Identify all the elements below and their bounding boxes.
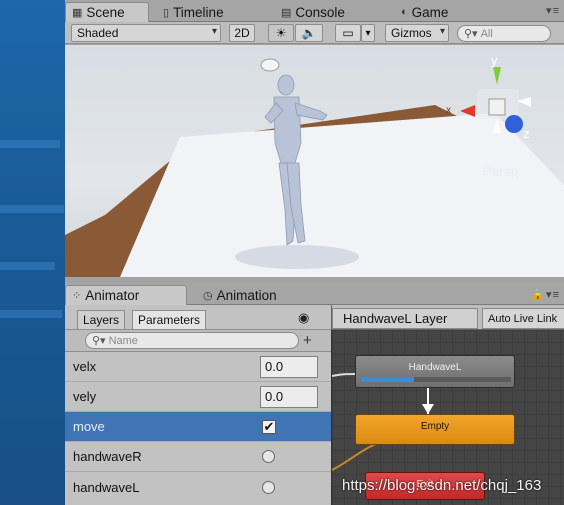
animation-icon: ◷	[203, 289, 213, 302]
vely-value-field[interactable]: 0.0	[260, 385, 318, 408]
parameter-row-vely[interactable]: vely 0.0	[65, 382, 331, 412]
state-node-empty[interactable]: Empty	[355, 414, 515, 445]
scene-search-input[interactable]: ⚲▾ All	[457, 25, 551, 42]
parameter-row-handwavel[interactable]: handwaveL	[65, 472, 331, 502]
animator-subtab-bar: Layers Parameters ◉	[65, 305, 331, 330]
tab-scene[interactable]: ▦ Scene	[65, 2, 149, 22]
unity-editor: ▦ Scene ▯ Timeline ▤ Console ◐ Game ▾≡ S…	[65, 0, 564, 505]
directional-light-icon	[260, 58, 280, 72]
gizmo-y-axis	[493, 67, 501, 85]
tab-animator[interactable]: ⁘ Animator	[65, 285, 187, 305]
scene-viewport[interactable]: y x z Persp	[65, 45, 564, 277]
scene-icon: ▦	[72, 7, 83, 19]
parameter-search-input[interactable]: ⚲▾ Name	[85, 332, 299, 349]
move-checkbox[interactable]: ✔	[262, 418, 276, 434]
gizmo-z-axis	[505, 115, 523, 133]
animator-tab-strip: ⁘ Animator ◷ Animation 🔒▾≡	[65, 282, 564, 305]
console-icon: ▤	[281, 6, 292, 19]
desktop-streak	[0, 310, 62, 318]
layer-breadcrumb-bar: HandwaveL Layer Auto Live Link	[331, 305, 564, 330]
velx-value-field[interactable]: 0.0	[260, 355, 318, 378]
window-menu-icon[interactable]: ▾≡	[546, 4, 560, 17]
handwavel-trigger-radio[interactable]	[262, 480, 275, 494]
desktop-background	[0, 0, 65, 505]
effects-dropdown[interactable]: ▾	[361, 24, 375, 42]
timeline-icon: ▯	[163, 6, 170, 19]
checkmark-icon: ✔	[263, 418, 275, 434]
sun-icon: ☀	[275, 26, 287, 40]
state-progress-fill	[361, 377, 414, 382]
gizmos-dropdown[interactable]: Gizmos	[385, 24, 449, 42]
gizmo-y-label: y	[491, 53, 498, 68]
effects-toggle-button[interactable]: ▭	[335, 24, 361, 42]
parameter-search-bar: ⚲▾ Name +	[65, 330, 331, 352]
tab-game[interactable]: ◐ Game	[395, 2, 454, 22]
projection-label[interactable]: Persp	[482, 163, 519, 179]
character-shadow	[235, 245, 359, 269]
search-icon: ⚲▾	[464, 28, 478, 40]
add-parameter-button[interactable]: +	[303, 332, 312, 349]
parameter-row-move[interactable]: move ✔	[65, 412, 331, 442]
parameter-row-velx[interactable]: velx 0.0	[65, 352, 331, 382]
2d-toggle-button[interactable]: 2D	[229, 24, 255, 42]
handwaver-trigger-radio[interactable]	[262, 450, 275, 463]
state-node-handwavel[interactable]: HandwaveL	[355, 355, 515, 388]
audio-toggle-button[interactable]: 🔈	[295, 24, 323, 42]
layer-breadcrumb[interactable]: HandwaveL Layer	[332, 308, 478, 329]
game-icon: ◐	[401, 6, 408, 18]
animator-icon: ⁘	[72, 290, 82, 302]
gizmo-z-label: z	[523, 126, 530, 141]
scene-toolbar: Shaded 2D ☀ 🔈 ▭ ▾ Gizmos ⚲▾ All	[65, 22, 564, 44]
parameter-list: velx 0.0 vely 0.0 move ✔ handwaveR handw…	[65, 352, 331, 505]
image-icon: ▭	[342, 26, 354, 40]
tab-animation[interactable]: ◷ Animation	[197, 285, 283, 305]
shading-mode-dropdown[interactable]: Shaded	[71, 24, 221, 42]
lock-menu-icon[interactable]: 🔒▾≡	[531, 288, 560, 301]
speaker-icon: 🔈	[301, 26, 317, 40]
state-progress-bar	[361, 377, 511, 382]
tab-layers[interactable]: Layers	[77, 310, 126, 329]
scene-tab-strip: ▦ Scene ▯ Timeline ▤ Console ◐ Game ▾≡	[65, 0, 564, 22]
gizmo-x-label: x	[446, 105, 451, 116]
desktop-streak	[0, 205, 64, 213]
tab-console[interactable]: ▤ Console	[275, 2, 351, 22]
tab-parameters[interactable]: Parameters	[132, 310, 207, 329]
lighting-toggle-button[interactable]: ☀	[268, 24, 294, 42]
watermark-text: https://blog.csdn.net/chqj_163	[342, 477, 542, 494]
tab-timeline[interactable]: ▯ Timeline	[157, 2, 230, 22]
eye-icon[interactable]: ◉	[298, 310, 309, 326]
parameter-row-handwaver[interactable]: handwaveR	[65, 442, 331, 472]
auto-live-link-toggle[interactable]: Auto Live Link	[482, 308, 564, 329]
desktop-streak	[0, 262, 55, 270]
desktop-streak	[0, 140, 60, 148]
scene-render	[65, 58, 564, 277]
chevron-down-icon: ▾	[365, 27, 371, 39]
search-icon: ⚲▾	[92, 335, 106, 347]
